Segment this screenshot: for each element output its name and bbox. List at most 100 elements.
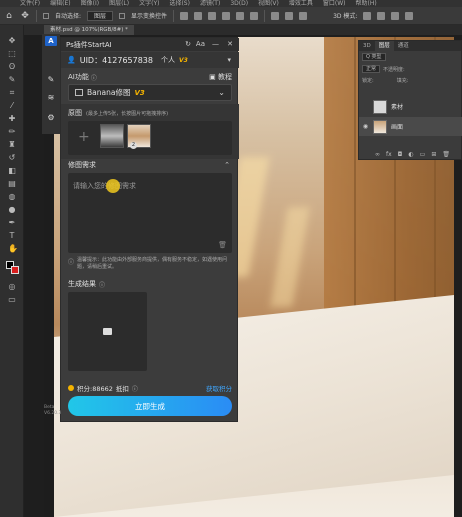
chevron-up-icon[interactable]: ⌃	[224, 161, 230, 169]
mask-icon[interactable]: ◘	[398, 151, 403, 158]
ai-function-dropdown[interactable]: Banana修图 V3 ⌄	[68, 84, 232, 101]
layer-row[interactable]: ◉ 画面	[359, 117, 462, 136]
3d-slide-icon[interactable]	[405, 11, 414, 20]
stamp-tool-icon[interactable]: ♜	[8, 141, 16, 149]
menu-file[interactable]: 文件(F)	[20, 0, 40, 7]
trash-icon[interactable]: 🗑	[442, 151, 450, 158]
pen-tool-icon[interactable]: ✒	[8, 219, 16, 227]
font-size-icon[interactable]: Aa	[196, 38, 205, 51]
document-tab-bar: 素材.psd @ 107%(RGB/8#) *	[24, 25, 462, 35]
edit-icon[interactable]: ✎	[47, 76, 55, 84]
show-transform-checkbox[interactable]	[119, 12, 126, 19]
align-top-icon[interactable]	[222, 11, 231, 20]
crop-tool-icon[interactable]: ⌗	[8, 89, 16, 97]
3d-orbit-icon[interactable]	[363, 11, 372, 20]
auto-select-checkbox[interactable]	[43, 12, 49, 19]
folder-icon[interactable]: ▭	[420, 151, 426, 158]
blur-tool-icon[interactable]: ◍	[8, 193, 16, 201]
tab-3d[interactable]: 3D	[359, 41, 375, 51]
healing-tool-icon[interactable]: ✚	[8, 115, 16, 123]
quick-select-tool-icon[interactable]: ✎	[8, 76, 16, 84]
menu-image[interactable]: 图像(I)	[81, 0, 99, 7]
points-deduct-label: 抵扣	[115, 385, 129, 393]
type-tool-icon[interactable]: T	[8, 232, 16, 240]
background-color-swatch[interactable]	[11, 266, 19, 274]
divider	[36, 9, 37, 22]
3d-roll-icon[interactable]	[377, 11, 386, 20]
ai-function-row: AI功能 ⓘ ▣ 教程	[68, 72, 232, 82]
generate-button[interactable]: 立即生成	[68, 396, 232, 416]
close-icon[interactable]: ✕	[227, 38, 233, 51]
tab-layers[interactable]: 图层	[374, 41, 394, 51]
collapse-icon[interactable]: —	[212, 38, 219, 51]
result-title: 生成结果	[68, 280, 96, 288]
menu-edit[interactable]: 编辑(E)	[50, 0, 70, 7]
history-brush-tool-icon[interactable]: ↺	[8, 154, 16, 162]
request-placeholder: 请输入您的修图需求	[73, 182, 136, 190]
align-center-icon[interactable]	[194, 11, 203, 20]
gear-icon[interactable]: ⚙	[47, 114, 55, 122]
tutorial-link[interactable]: ▣ 教程	[209, 72, 232, 82]
align-bottom-icon[interactable]	[250, 11, 259, 20]
layers-stack-icon[interactable]: ≋	[47, 94, 55, 102]
screen-mode-icon[interactable]: ▭	[8, 296, 16, 304]
tab-channels[interactable]: 通道	[394, 41, 413, 51]
lasso-tool-icon[interactable]: ʘ	[8, 63, 16, 71]
menu-window[interactable]: 窗口(W)	[323, 0, 346, 7]
eyedropper-tool-icon[interactable]: ⁄	[8, 102, 16, 110]
hand-tool-icon[interactable]: ✋	[8, 245, 18, 253]
link-icon[interactable]: ∞	[375, 151, 380, 158]
move-tool-icon[interactable]: ✥	[20, 11, 30, 21]
menu-plugins[interactable]: 增效工具	[289, 0, 313, 7]
show-transform-label: 显示变换控件	[131, 13, 168, 20]
version-label: V6.20.3	[44, 411, 62, 416]
dodge-tool-icon[interactable]: ●	[8, 206, 16, 214]
menu-3d[interactable]: 3D(D)	[230, 0, 248, 7]
source-thumbnail[interactable]: 2	[127, 124, 151, 149]
source-thumbnail[interactable]	[100, 124, 124, 148]
ai-function-label: AI功能	[68, 73, 89, 81]
brush-tool-icon[interactable]: ✏	[8, 128, 16, 136]
refresh-icon[interactable]: ↻	[185, 38, 191, 51]
gradient-tool-icon[interactable]: ▤	[8, 180, 16, 188]
new-layer-icon[interactable]: ⊞	[431, 151, 436, 158]
blend-mode-dropdown[interactable]: 正常	[362, 65, 381, 73]
menu-view[interactable]: 视图(V)	[258, 0, 279, 7]
help-icon[interactable]: ⓘ	[91, 73, 97, 82]
move-tool-icon[interactable]: ✥	[8, 37, 16, 45]
align-middle-icon[interactable]	[236, 11, 245, 20]
trash-icon[interactable]: 🗑	[218, 241, 227, 249]
layer-kind-filter[interactable]: Q 类型	[362, 53, 386, 61]
auto-select-dropdown[interactable]: 图层	[87, 10, 114, 21]
distribute-icon[interactable]	[299, 11, 308, 20]
align-left-icon[interactable]	[180, 11, 189, 20]
align-right-icon[interactable]	[208, 11, 217, 20]
fx-icon[interactable]: fx	[386, 151, 392, 158]
distribute-icon[interactable]	[271, 11, 280, 20]
adjustment-icon[interactable]: ◐	[408, 151, 413, 158]
help-icon[interactable]: ⓘ	[99, 280, 105, 289]
distribute-icon[interactable]	[285, 11, 294, 20]
marquee-tool-icon[interactable]: ⬚	[8, 50, 16, 58]
eraser-tool-icon[interactable]: ◧	[8, 167, 16, 175]
chevron-down-icon[interactable]: ▾	[227, 56, 231, 64]
menu-filter[interactable]: 滤镜(T)	[200, 0, 220, 7]
layer-row[interactable]: 素材	[359, 97, 462, 116]
quick-mask-icon[interactable]: ◎	[8, 283, 16, 291]
menu-type[interactable]: 文字(Y)	[139, 0, 159, 7]
menu-layer[interactable]: 图层(L)	[109, 0, 129, 7]
eye-icon[interactable]: ◉	[362, 123, 369, 130]
3d-pan-icon[interactable]	[391, 11, 400, 20]
help-icon[interactable]: ⓘ	[132, 384, 138, 393]
result-preview[interactable]	[68, 292, 147, 371]
startai-logo-icon[interactable]: A	[45, 36, 57, 46]
get-points-link[interactable]: 获取积分	[206, 383, 232, 393]
source-images-area[interactable]: + 2	[68, 121, 232, 155]
divider	[264, 9, 266, 22]
menu-select[interactable]: 选择(S)	[169, 0, 190, 7]
home-icon[interactable]: ⌂	[4, 11, 14, 21]
request-textarea[interactable]: 请输入您的修图需求 🗑	[68, 173, 232, 253]
menu-help[interactable]: 帮助(H)	[356, 0, 377, 7]
request-header[interactable]: 修图需求 ⌃	[68, 160, 232, 170]
add-image-icon[interactable]: +	[78, 129, 90, 145]
